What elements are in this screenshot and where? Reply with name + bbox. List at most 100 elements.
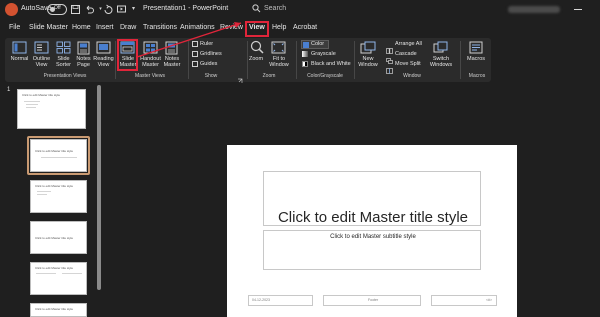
zoom-magnifier-icon	[250, 40, 264, 54]
ribbon-separator	[188, 41, 189, 79]
date-placeholder[interactable]: 04-12-2023	[248, 295, 313, 306]
thumbnail-title: Click to edit Master title style	[35, 184, 74, 188]
ruler-label: Ruler	[200, 41, 214, 47]
thumbnail-line	[26, 104, 38, 105]
fit-to-window-icon	[271, 41, 286, 54]
thumbnail-scrollbar-thumb[interactable]	[97, 85, 101, 290]
present-from-beginning-icon[interactable]	[116, 4, 127, 15]
cascade-button[interactable]: Cascade	[395, 51, 417, 57]
black-and-white-label[interactable]: Black and White	[311, 61, 351, 67]
account-name-redacted[interactable]	[508, 6, 560, 13]
title-bar: AutoSave Off ▾ ▾ Presentation1 - PowerPo…	[0, 0, 600, 20]
switch-windows-label-2: Windows	[429, 62, 453, 68]
ribbon-separator	[296, 41, 297, 79]
footer-placeholder[interactable]: Footer	[323, 295, 421, 306]
slide-number-placeholder-text: <#>	[486, 298, 493, 302]
tab-draw[interactable]: Draw	[120, 24, 136, 31]
zoom-button[interactable]: Zoom	[245, 56, 267, 62]
grayscale-icon	[302, 51, 308, 57]
new-window-button[interactable]: New Window	[355, 56, 381, 68]
color-label: Color	[311, 41, 325, 47]
grayscale-label[interactable]: Grayscale	[311, 51, 336, 57]
subtitle-placeholder-text: Click to edit Master subtitle style	[330, 234, 416, 240]
gridlines-checkbox[interactable]	[192, 51, 198, 57]
search-box[interactable]: Search	[250, 3, 360, 17]
normal-view-icon	[12, 41, 27, 54]
group-label-color-grayscale: Color/Grayscale	[307, 73, 343, 79]
slide-thumbnail-pane: 1 Click to edit Master title style Click…	[0, 83, 104, 317]
layout-thumbnail[interactable]: Click to edit Master title style	[30, 221, 87, 254]
zoom-label: Zoom	[248, 56, 264, 62]
fit-to-window-button[interactable]: Fit to Window	[266, 56, 292, 68]
tab-acrobat[interactable]: Acrobat	[293, 24, 317, 31]
tab-slide-master[interactable]: Slide Master	[29, 24, 68, 31]
switch-windows-button[interactable]: Switch Windows	[426, 56, 456, 68]
tab-animations[interactable]: Animations	[180, 24, 215, 31]
minimize-icon[interactable]	[574, 9, 582, 10]
guides-checkbox[interactable]	[192, 61, 198, 67]
search-icon	[252, 4, 261, 13]
redo-icon[interactable]	[103, 4, 114, 15]
ribbon-view: Normal Outline View Slide Sorter Notes P…	[5, 38, 491, 83]
customize-toolbar-chevron-icon[interactable]: ▾	[128, 4, 139, 15]
tab-insert[interactable]: Insert	[96, 24, 114, 31]
thumbnail-line	[36, 273, 56, 274]
macros-button[interactable]: Macros	[463, 56, 489, 62]
move-split-icon	[386, 61, 393, 74]
slide-master-highlight	[117, 39, 138, 71]
save-icon[interactable]	[70, 4, 81, 15]
thumbnail-line	[26, 107, 36, 108]
tab-file[interactable]: File	[9, 24, 20, 31]
arrange-all-button[interactable]: Arrange All	[395, 41, 422, 47]
title-placeholder[interactable]: Click to edit Master title style	[263, 171, 481, 226]
thumbnail-title: Click to edit Master title style	[35, 266, 74, 270]
ribbon-tabs: File Slide Master Home Insert Draw Trans…	[0, 20, 600, 37]
tab-help[interactable]: Help	[272, 24, 286, 31]
undo-icon[interactable]	[84, 4, 95, 15]
group-label-window: Window	[403, 73, 421, 79]
selected-thumbnail-outline	[27, 136, 90, 175]
notes-master-label-2: Master	[163, 62, 181, 68]
group-label-macros: Macros	[468, 73, 486, 79]
powerpoint-logo-icon	[5, 3, 18, 16]
reading-view-icon	[96, 41, 111, 54]
layout-thumbnail[interactable]: Click to edit Master title style	[30, 262, 87, 295]
tab-review[interactable]: Review	[220, 24, 243, 31]
black-and-white-icon	[302, 61, 308, 67]
group-label-master-views: Master Views	[135, 73, 165, 79]
document-title: Presentation1 - PowerPoint	[143, 5, 229, 12]
autosave-state: Off	[54, 5, 61, 11]
slide-sorter-icon	[56, 41, 71, 54]
thumbnail-title: Click to edit Master title style	[22, 93, 61, 97]
move-split-button[interactable]: Move Split	[395, 61, 421, 67]
color-button[interactable]: Color	[301, 40, 329, 49]
reading-view-label-2: View	[97, 62, 110, 68]
outline-view-icon	[34, 41, 49, 54]
thumbnail-line	[37, 194, 47, 195]
arrange-all-icon	[386, 41, 393, 54]
reading-view-button[interactable]: Reading View	[90, 56, 117, 68]
tab-transitions[interactable]: Transitions	[143, 24, 177, 31]
group-label-presentation-views: Presentation Views	[43, 73, 87, 79]
search-placeholder: Search	[264, 5, 287, 12]
tab-home[interactable]: Home	[72, 24, 91, 31]
notes-master-icon	[165, 41, 178, 55]
thumbnail-title: Click to edit Master title style	[35, 307, 74, 311]
thumbnail-line	[62, 273, 82, 274]
powerpoint-window: AutoSave Off ▾ ▾ Presentation1 - PowerPo…	[0, 0, 600, 317]
new-window-label-2: Window	[358, 62, 378, 68]
layout-thumbnail[interactable]: Click to edit Master title style	[30, 180, 87, 213]
slide-number: 1	[7, 87, 11, 93]
show-dialog-launcher-icon[interactable]	[237, 71, 243, 83]
title-placeholder-text: Click to edit Master title style	[277, 209, 469, 226]
ruler-checkbox[interactable]	[192, 41, 198, 47]
layout-thumbnail[interactable]: Click to edit Master title style	[30, 303, 87, 317]
slide-number-placeholder[interactable]: <#>	[431, 295, 497, 306]
subtitle-placeholder[interactable]: Click to edit Master subtitle style	[263, 230, 481, 270]
notes-page-icon	[77, 41, 90, 55]
view-tab-highlight	[245, 21, 269, 37]
master-thumbnail[interactable]: Click to edit Master title style	[17, 89, 86, 129]
slide-canvas: Click to edit Master title style Click t…	[227, 145, 517, 317]
notes-master-button[interactable]: Notes Master	[159, 56, 185, 68]
color-swatch-icon	[303, 42, 309, 48]
